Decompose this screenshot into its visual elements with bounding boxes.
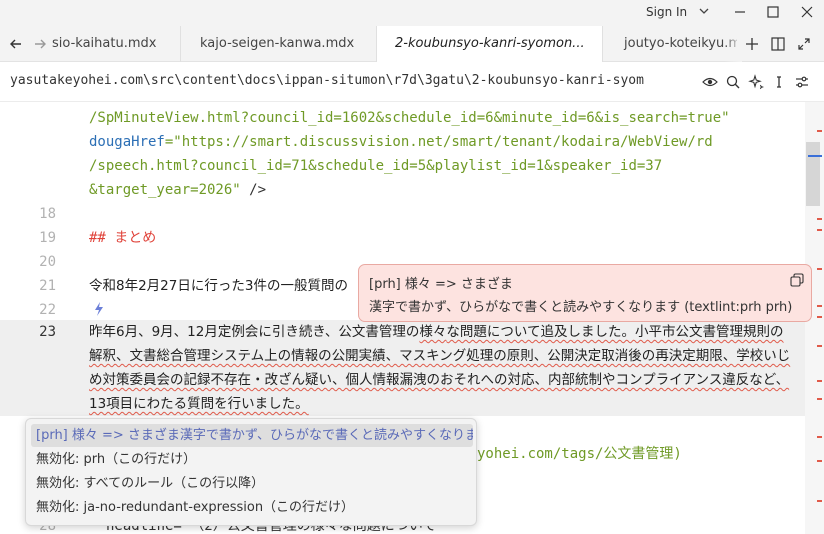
attribute-value: ="https://smart.discussvision.net/smart/… (164, 134, 713, 150)
error-marker (817, 229, 822, 231)
line-number: 20 (39, 254, 56, 270)
tooltip-title: [prh] 様々 => さまざま (369, 277, 513, 292)
tab-2-koubunsyo-kanri[interactable]: 2-koubunsyo-kanri-syomon... (377, 26, 603, 63)
tab-kajo-seigen-kanwa[interactable]: kajo-seigen-kanwa.mdx (181, 26, 377, 62)
copy-icon[interactable] (790, 273, 804, 287)
sparkle-icon[interactable] (748, 74, 764, 90)
quick-fix-item[interactable]: 無効化: prh（この行だけ） (31, 448, 473, 471)
maximize-icon[interactable] (764, 3, 782, 21)
attribute-value: &target_year=2026" (89, 182, 241, 198)
editor-line: /SpMinuteView.html?council_id=1602&sched… (0, 106, 805, 130)
eye-icon[interactable] (702, 74, 718, 90)
error-marker (817, 345, 822, 347)
error-marker (817, 380, 822, 382)
expand-icon[interactable] (795, 35, 813, 53)
split-editor-icon[interactable] (769, 35, 787, 53)
search-icon[interactable] (725, 74, 741, 90)
chevron-down-icon[interactable] (697, 4, 711, 18)
close-icon[interactable] (798, 3, 816, 21)
quick-fix-menu: [prh] 様々 => さまざま漢字で書かず、ひらがなで書くと読みやすくなります… (25, 418, 477, 526)
tab-joutyo-koteikyu[interactable]: joutyo-koteikyu.m (603, 26, 737, 62)
lint-error-word[interactable]: 様々 (419, 324, 446, 340)
title-bar: Sign In (0, 0, 824, 26)
attribute-name: dougaHref (89, 134, 165, 150)
editor-line: dougaHref="https://smart.discussvision.n… (0, 130, 805, 154)
tab-sio-kaihatu[interactable]: sio-kaihatu.mdx (50, 26, 181, 62)
back-arrow-icon[interactable] (7, 35, 25, 53)
tab-overflow-fade (724, 26, 742, 62)
markdown-heading: ## まとめ (89, 230, 157, 246)
error-marker (817, 268, 822, 270)
editor-line: &target_year=2026" /> (0, 178, 805, 202)
error-marker (817, 460, 822, 462)
sign-in-link[interactable]: Sign In (646, 5, 687, 19)
file-path: yasutakeyohei.com\src\content\docs\ippan… (10, 73, 644, 88)
line-number: 18 (39, 206, 56, 222)
editor-line: /speech.html?council_id=71&schedule_id=5… (0, 154, 805, 178)
error-marker (817, 436, 822, 438)
editor-line: 19 ## まとめ (0, 226, 805, 250)
text-cursor-icon[interactable] (771, 74, 787, 90)
code-text: /speech.html?council_id=71&schedule_id=5… (89, 158, 663, 174)
error-marker (817, 218, 822, 220)
cursor-position-marker (808, 155, 822, 157)
lightning-icon[interactable] (93, 302, 105, 316)
paragraph-text: 昨年6月、9月、12月定例会に引き続き、公文書管理の (89, 324, 420, 340)
line-number: 23 (39, 324, 56, 340)
error-marker (817, 130, 822, 132)
error-marker (817, 316, 822, 318)
error-marker (817, 398, 822, 400)
lint-hover-tooltip: [prh] 様々 => さまざま 漢字で書かず、ひらがなで書くと読みやすくなりま… (358, 264, 812, 322)
quick-fix-item[interactable]: [prh] 様々 => さまざま漢字で書かず、ひらがなで書くと読みやすくなります (31, 424, 473, 447)
code-text: yohei.com/tags/公文書管理) (477, 446, 682, 462)
code-text: /SpMinuteView.html?council_id=1602&sched… (89, 110, 730, 126)
line-number: 19 (39, 230, 56, 246)
code-text: dougaHref="https://smart.discussvision.n… (89, 130, 713, 154)
scrollbar-thumb[interactable] (806, 142, 820, 206)
line-number: 22 (39, 302, 56, 318)
tab-bar: sio-kaihatu.mdx kajo-seigen-kanwa.mdx 2-… (0, 26, 824, 63)
breadcrumb: yasutakeyohei.com\src\content\docs\ippan… (0, 62, 824, 102)
add-tab-icon[interactable] (743, 35, 761, 53)
error-marker (817, 305, 822, 307)
quick-fix-item[interactable]: 無効化: ja-no-redundant-expression（この行だけ） (31, 496, 473, 519)
settings-sliders-icon[interactable] (794, 74, 810, 90)
editor-line: 18 (0, 202, 805, 226)
tag-close: /> (240, 182, 267, 198)
minimize-icon[interactable] (731, 3, 749, 21)
current-paragraph: 昨年6月、9月、12月定例会に引き続き、公文書管理の様々な問題について追及しまし… (89, 320, 795, 416)
quick-fix-item[interactable]: 無効化: すべてのルール（この行以降） (31, 472, 473, 495)
line-number: 21 (39, 278, 56, 294)
forward-arrow-icon[interactable] (31, 35, 49, 53)
code-text: 令和8年2月27日に行った3件の一般質問の (89, 278, 348, 294)
code-text: &target_year=2026" /> (89, 178, 266, 202)
error-marker (817, 500, 822, 502)
tooltip-message: 漢字で書かず、ひらがなで書くと読みやすくなります (textlint:prh p… (369, 300, 793, 315)
